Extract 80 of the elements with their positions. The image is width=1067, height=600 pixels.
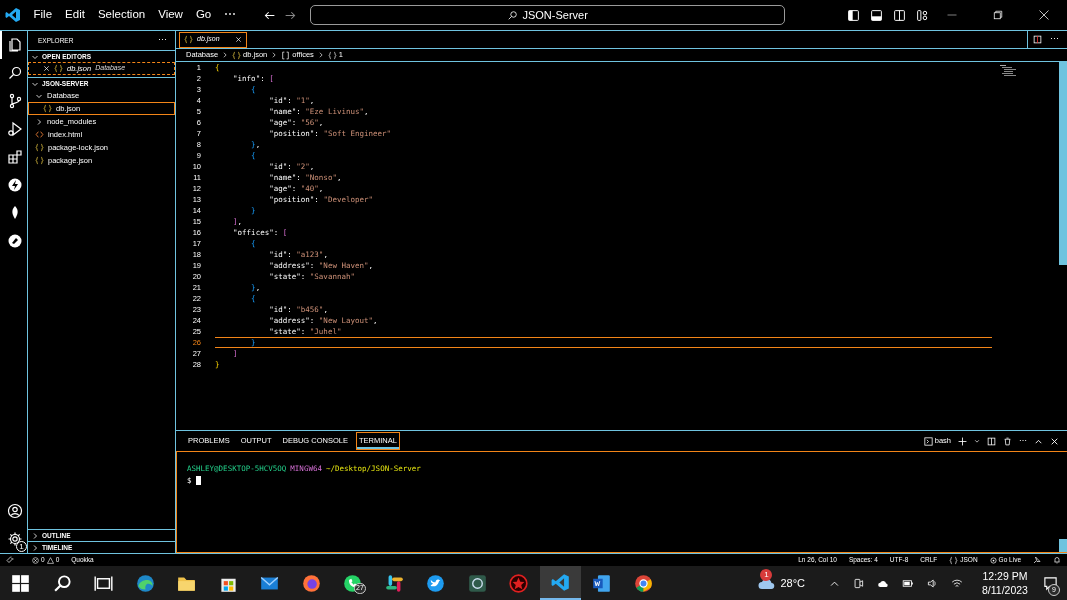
scrollbar-thumb[interactable]	[1059, 539, 1067, 552]
chevron-right-icon	[35, 117, 43, 126]
braces-icon	[35, 143, 44, 152]
code-logo-icon	[550, 572, 570, 592]
close-icon	[43, 65, 50, 72]
close-icon	[1038, 9, 1050, 21]
extensions-icon	[7, 149, 23, 165]
windows-icon	[11, 573, 31, 593]
split-panel-icon	[987, 436, 996, 446]
trash-icon	[1003, 436, 1012, 446]
phone-bubble-icon	[343, 573, 363, 593]
lightning-icon	[7, 177, 23, 193]
weather-button[interactable]: 1 28°C	[752, 566, 809, 600]
run-icon	[7, 121, 23, 137]
more-button[interactable]: ⋯	[1050, 32, 1059, 47]
gear-icon	[7, 531, 23, 547]
angle-brackets-icon	[35, 130, 44, 139]
terminal-icon	[923, 436, 933, 446]
bird-icon	[426, 573, 446, 593]
braces-icon	[327, 50, 337, 60]
close-icon	[1050, 436, 1059, 446]
menu-item[interactable]: File	[28, 4, 58, 26]
split-editor-icon	[1033, 35, 1042, 44]
menu-item[interactable]: ⋯	[219, 4, 242, 26]
panel-layout-icon	[870, 8, 883, 22]
restore-icon	[992, 9, 1004, 21]
search-icon	[7, 65, 23, 81]
braces-icon	[43, 104, 52, 113]
warning-icon	[46, 556, 54, 564]
account-icon	[7, 503, 23, 519]
task-view-icon	[94, 573, 114, 593]
braces-icon	[232, 50, 242, 60]
menu-item[interactable]: Go	[190, 4, 217, 26]
battery-icon	[902, 577, 914, 589]
scrollbar-thumb[interactable]	[1059, 62, 1067, 265]
braces-icon	[54, 64, 63, 73]
menu-item[interactable]: View	[153, 4, 188, 26]
wheel-icon	[633, 573, 653, 593]
square-brackets-icon	[281, 50, 291, 60]
minimap-drawing	[998, 64, 1018, 78]
code-logo-icon	[5, 7, 22, 23]
close-icon	[235, 36, 242, 43]
search-icon	[52, 573, 72, 593]
document-icon	[592, 573, 612, 593]
more-button[interactable]: ⋯	[1019, 435, 1027, 447]
badge: 1	[760, 569, 773, 581]
command-search-field[interactable]: JSON-Server	[310, 5, 785, 25]
customize-layout-icon	[916, 8, 929, 22]
sidebar-layout-icon	[847, 8, 860, 22]
taskbar-button[interactable]	[539, 566, 581, 600]
speech-bubble-icon	[1042, 575, 1058, 591]
gauge-icon	[7, 233, 23, 249]
terminal-cursor	[195, 476, 201, 486]
badge: 1	[16, 541, 27, 552]
camera-icon	[853, 577, 864, 589]
chevron-down-icon	[974, 438, 980, 444]
wifi-icon	[951, 577, 963, 589]
menu-item[interactable]: Selection	[92, 4, 151, 26]
broadcast-icon	[989, 556, 997, 564]
branch-icon	[7, 93, 23, 109]
braces-icon	[35, 156, 44, 165]
error-icon	[32, 556, 39, 564]
search-icon	[507, 9, 519, 21]
menu-item[interactable]: Edit	[60, 4, 90, 26]
braces-icon	[949, 555, 959, 565]
clock[interactable]: 12:29 PM 8/11/2023	[977, 569, 1033, 597]
activity-button[interactable]: 1	[0, 525, 28, 553]
chevron-right-icon	[222, 52, 229, 58]
feedback-icon	[1033, 556, 1041, 564]
chevron-right-icon	[271, 52, 278, 58]
split-layout-icon	[893, 8, 906, 22]
speaker-icon	[927, 577, 938, 589]
more-button[interactable]: ⋯	[158, 33, 167, 48]
swirl-icon	[135, 573, 155, 593]
braces-icon	[184, 35, 193, 44]
chevron-right-icon	[317, 52, 324, 58]
plus-icon	[958, 436, 967, 446]
files-icon	[7, 37, 23, 53]
bell-icon	[1053, 556, 1061, 564]
hash-icon	[384, 573, 404, 593]
